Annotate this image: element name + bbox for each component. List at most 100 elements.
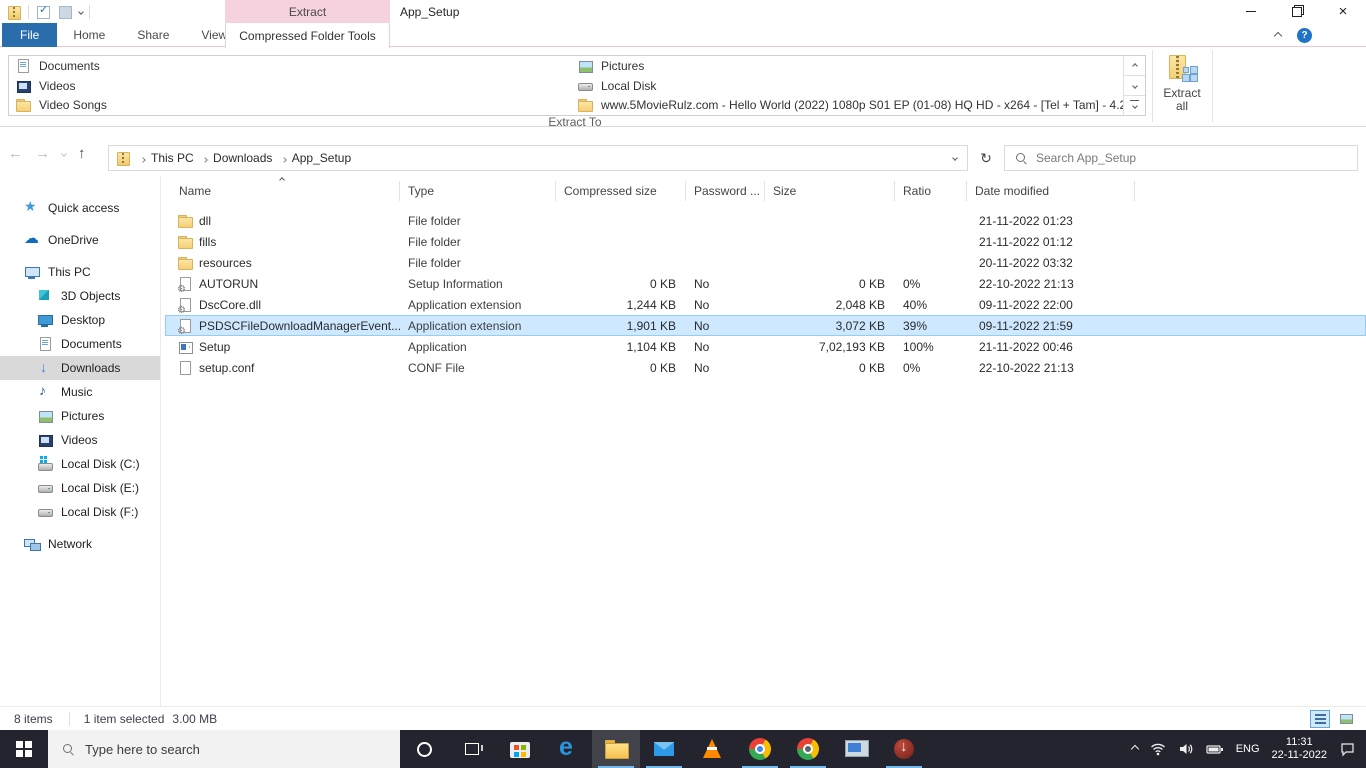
file-type: File folder	[408, 213, 461, 228]
gallery-item[interactable]: Pictures	[571, 56, 1123, 76]
breadcrumb-item[interactable]: App_Setup	[278, 151, 353, 165]
refresh-icon[interactable]: ↻	[974, 145, 998, 171]
breadcrumb-label: App_Setup	[291, 151, 352, 165]
taskbar-app-remote-desktop[interactable]	[832, 730, 880, 768]
column-header-password[interactable]: Password ...	[686, 180, 765, 201]
file-ratio: 40%	[903, 297, 928, 312]
details-view-button[interactable]	[1310, 709, 1330, 728]
sidebar-item-icon	[37, 432, 53, 448]
extract-all-button[interactable]: Extract all	[1156, 50, 1208, 124]
tray-expand-chevron-icon[interactable]	[1130, 744, 1139, 754]
sidebar-item-3d-objects[interactable]: 3D Objects	[0, 284, 160, 308]
column-header-compressed-size[interactable]: Compressed size	[556, 180, 686, 201]
taskbar-app-icon	[699, 736, 725, 762]
file-row-dll[interactable]: dll File folder 21-11-2022 01:23	[165, 210, 1366, 231]
breadcrumb-item[interactable]: This PC	[137, 151, 196, 165]
tab-compressed-folder-tools[interactable]: Compressed Folder Tools	[225, 23, 390, 48]
cortana-button[interactable]	[400, 730, 448, 768]
task-view-button[interactable]	[448, 730, 496, 768]
taskbar-search-input[interactable]	[85, 741, 345, 757]
sidebar-item-desktop[interactable]: Desktop	[0, 308, 160, 332]
gallery-item[interactable]: Documents	[9, 56, 571, 76]
file-rows: dll File folder 21-11-2022 01:23 fills F…	[165, 210, 1366, 378]
file-row-fills[interactable]: fills File folder 21-11-2022 01:12	[165, 231, 1366, 252]
qat-check-icon[interactable]	[35, 3, 51, 20]
search-box[interactable]	[1004, 145, 1358, 171]
system-tray: ENG 11:31 22-11-2022	[1130, 730, 1366, 768]
file-date-modified: 09-11-2022 21:59	[979, 318, 1073, 333]
gallery-item[interactable]: Local Disk	[571, 76, 1123, 96]
restore-button[interactable]	[1274, 0, 1320, 23]
file-row-DscCore.dll[interactable]: DscCore.dll Application extension 1,244 …	[165, 294, 1366, 315]
taskbar-app-icon	[651, 736, 677, 762]
forward-icon[interactable]: →	[35, 145, 50, 162]
taskbar-app-mail[interactable]	[640, 730, 688, 768]
tab-file[interactable]: File	[2, 23, 58, 47]
file-row-setup.conf[interactable]: setup.conf CONF File 0 KB No 0 KB 0% 22-…	[165, 357, 1366, 378]
sidebar-item-network[interactable]: Network	[0, 532, 160, 556]
file-compressed-size	[556, 210, 686, 231]
back-icon[interactable]: ←	[8, 145, 23, 162]
tab-home[interactable]: Home	[57, 23, 121, 47]
gallery-item[interactable]: Videos	[9, 76, 571, 96]
column-header-type[interactable]: Type	[400, 180, 556, 201]
battery-icon[interactable]	[1206, 741, 1224, 757]
collapse-ribbon-icon[interactable]	[1273, 31, 1283, 40]
start-button[interactable]	[0, 730, 48, 768]
sidebar-item-this-pc[interactable]: This PC	[0, 260, 160, 284]
gallery-more-icon[interactable]	[1124, 96, 1145, 115]
up-icon[interactable]: ↑	[78, 145, 86, 162]
clock[interactable]: 11:31 22-11-2022	[1272, 736, 1327, 762]
file-row-AUTORUN[interactable]: AUTORUN Setup Information 0 KB No 0 KB 0…	[165, 273, 1366, 294]
taskbar-app-file-explorer[interactable]	[592, 730, 640, 768]
gallery-item-label: Pictures	[601, 58, 645, 73]
divider	[1212, 50, 1213, 122]
sidebar-item-pictures[interactable]: Pictures	[0, 404, 160, 428]
address-bar[interactable]: This PC Downloads App_Setup	[108, 145, 968, 171]
volume-icon[interactable]	[1178, 741, 1194, 757]
gallery-scroll-down-icon[interactable]	[1124, 76, 1145, 96]
column-header-size[interactable]: Size	[765, 180, 895, 201]
close-button[interactable]: ×	[1320, 0, 1366, 23]
qat-box-icon[interactable]	[57, 4, 73, 20]
gallery-scroll-up-icon[interactable]	[1124, 56, 1145, 76]
taskbar-app-chrome-profile-2[interactable]	[784, 730, 832, 768]
taskbar-app-chrome[interactable]	[736, 730, 784, 768]
sidebar-item-documents[interactable]: Documents	[0, 332, 160, 356]
gallery-item[interactable]: Video Songs	[9, 95, 571, 115]
help-icon[interactable]: ?	[1297, 28, 1312, 43]
action-center-icon[interactable]	[1339, 741, 1356, 757]
sidebar-item-downloads[interactable]: Downloads	[0, 356, 160, 380]
search-input[interactable]	[1036, 151, 1316, 165]
sidebar-item-onedrive[interactable]: OneDrive	[0, 228, 160, 252]
taskbar-app-store[interactable]	[496, 730, 544, 768]
file-row-PSDSCFileDownloadManagerEvent...[interactable]: PSDSCFileDownloadManagerEvent... Applica…	[165, 315, 1366, 336]
file-row-Setup[interactable]: Setup Application 1,104 KB No 7,02,193 K…	[165, 336, 1366, 357]
navigation-bar: ← → ↑ This PC Downloads App_Setup ↻	[0, 127, 1366, 176]
file-row-resources[interactable]: resources File folder 20-11-2022 03:32	[165, 252, 1366, 273]
taskbar-app-vlc[interactable]	[688, 730, 736, 768]
column-header-name[interactable]: Name	[165, 180, 400, 201]
thumbnails-view-button[interactable]	[1336, 710, 1356, 728]
breadcrumb-item[interactable]: Downloads	[199, 151, 274, 165]
sidebar-item-quick-access[interactable]: Quick access	[0, 196, 160, 220]
qat-customize-chevron-icon[interactable]	[78, 8, 84, 15]
sidebar-item-local-disk-e[interactable]: Local Disk (E:)	[0, 476, 160, 500]
wifi-icon[interactable]	[1150, 741, 1166, 757]
selection-count: 1 item selected	[68, 711, 164, 726]
sidebar-item-music[interactable]: Music	[0, 380, 160, 404]
taskbar-search[interactable]	[48, 730, 400, 768]
recent-locations-chevron-icon[interactable]	[61, 150, 67, 157]
address-dropdown-chevron-icon[interactable]	[943, 155, 967, 161]
sidebar-item-local-disk-c[interactable]: Local Disk (C:)	[0, 452, 160, 476]
language-indicator[interactable]: ENG	[1236, 743, 1260, 755]
column-header-date-modified[interactable]: Date modified	[967, 180, 1135, 201]
column-header-ratio[interactable]: Ratio	[895, 180, 967, 201]
taskbar-app-idm[interactable]	[880, 730, 928, 768]
gallery-item[interactable]: www.5MovieRulz.com - Hello World (2022) …	[571, 95, 1123, 115]
sidebar-item-videos[interactable]: Videos	[0, 428, 160, 452]
taskbar-app-edge[interactable]	[544, 730, 592, 768]
minimize-button[interactable]	[1228, 0, 1274, 23]
tab-share[interactable]: Share	[121, 23, 185, 47]
sidebar-item-local-disk-f[interactable]: Local Disk (F:)	[0, 500, 160, 524]
